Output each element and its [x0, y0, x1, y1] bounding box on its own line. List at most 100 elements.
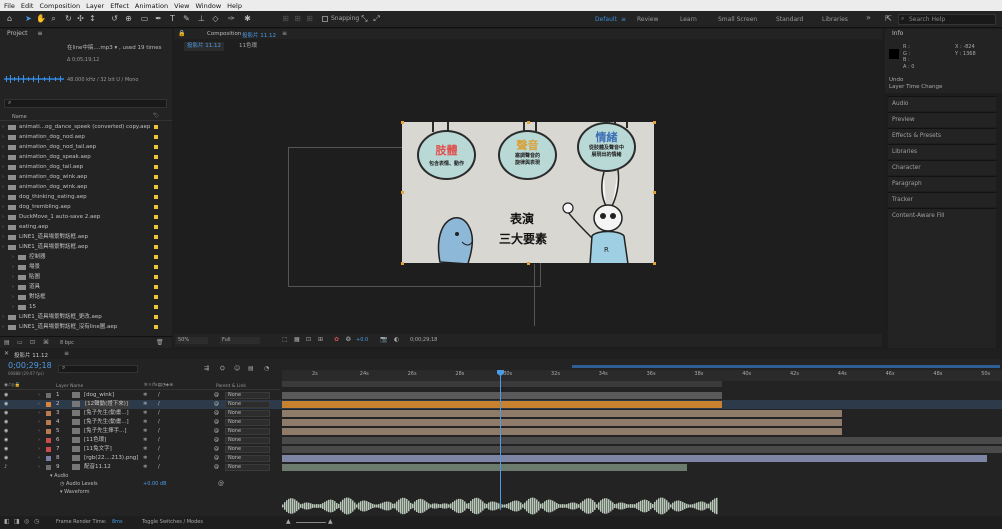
- layer-name[interactable]: [12聲動(燈下來)]: [84, 400, 130, 409]
- workspace-standard[interactable]: Standard: [776, 16, 803, 23]
- pick-whip-icon[interactable]: @: [214, 445, 219, 454]
- layer-label-color[interactable]: [46, 411, 51, 416]
- layer-name[interactable]: 配音11.12: [84, 463, 111, 472]
- shy-switch-icon[interactable]: ✲: [143, 463, 147, 472]
- parent-select[interactable]: None: [225, 428, 270, 435]
- layer-name[interactable]: [rgb(22....213).png]: [84, 454, 138, 463]
- label-color-swatch[interactable]: [154, 165, 158, 169]
- transform-handle[interactable]: [401, 262, 404, 265]
- visibility-eye-icon[interactable]: ◉: [4, 445, 8, 454]
- transform-handle[interactable]: [653, 262, 656, 265]
- grid-guides-icon[interactable]: ⊞: [318, 336, 323, 343]
- shy-switch-icon[interactable]: ✲: [143, 445, 147, 454]
- visibility-eye-icon[interactable]: ◉: [4, 409, 8, 418]
- panel-libraries[interactable]: Libraries: [888, 144, 996, 159]
- project-item[interactable]: › LINE1_道具場景對話框.aep: [0, 242, 165, 252]
- layer-duration-bar[interactable]: [282, 446, 1002, 453]
- stopwatch-icon[interactable]: ◷: [60, 481, 64, 487]
- parent-select[interactable]: None: [225, 419, 270, 426]
- modes-toggle-icon[interactable]: ◨: [14, 518, 20, 525]
- panel-menu-icon[interactable]: ≡: [282, 30, 287, 37]
- project-item[interactable]: › LINE1_道具場景對話框_沒有line圖.aep: [0, 322, 165, 332]
- zoom-in-icon[interactable]: ▲: [328, 518, 333, 525]
- layer-name[interactable]: [dog_wink]: [84, 391, 114, 400]
- layer-switches-toggle-icon[interactable]: ◧: [4, 518, 10, 525]
- layer-label-color[interactable]: [46, 402, 51, 407]
- project-item[interactable]: › LINE1_道具場景對話框_更改.aep: [0, 312, 165, 322]
- shy-switch-icon[interactable]: ✲: [143, 418, 147, 427]
- shy-switch-icon[interactable]: ✲: [143, 436, 147, 445]
- layer-name[interactable]: [兔子先生(動畫...]: [84, 418, 129, 427]
- show-snapshot-icon[interactable]: ◐: [394, 336, 399, 343]
- workspace-overflow-icon[interactable]: ⇱: [884, 14, 893, 23]
- expand-arrow-icon[interactable]: ›: [38, 409, 40, 418]
- layer-row[interactable]: ◉ › 1 [dog_wink] ✲ / @ None: [0, 391, 1002, 400]
- visibility-eye-icon[interactable]: ♪: [4, 463, 7, 472]
- dolly-camera-icon[interactable]: ↕: [88, 14, 97, 23]
- shy-switch-icon[interactable]: ✲: [143, 427, 147, 436]
- project-item[interactable]: › DuckMove_1 auto-save 2.aep: [0, 212, 165, 222]
- expand-arrow-icon[interactable]: ›: [38, 454, 40, 463]
- quality-switch-icon[interactable]: /: [158, 391, 160, 400]
- comp-tab-2[interactable]: 11色環: [236, 42, 260, 51]
- panel-paragraph[interactable]: Paragraph: [888, 176, 996, 191]
- show-channel-icon[interactable]: ✿: [334, 336, 339, 343]
- parent-select[interactable]: None: [225, 455, 270, 462]
- quality-switch-icon[interactable]: /: [158, 463, 160, 472]
- layer-duration-bar[interactable]: [282, 392, 722, 399]
- project-item[interactable]: › animation_dog_speak.aep: [0, 152, 165, 162]
- hand-tool-icon[interactable]: ✋: [36, 14, 46, 23]
- expand-arrow-icon[interactable]: ›: [2, 192, 4, 202]
- layer-row[interactable]: ◉ › 7 [11兔文字] ✲ / @ None: [0, 445, 1002, 454]
- draft-3d-icon[interactable]: ⛭: [220, 365, 225, 373]
- expand-arrow-icon[interactable]: ›: [2, 162, 4, 172]
- label-color-swatch[interactable]: [154, 275, 158, 279]
- layer-label-color[interactable]: [46, 429, 51, 434]
- menu-window[interactable]: Window: [196, 2, 222, 10]
- label-color-swatch[interactable]: [154, 195, 158, 199]
- type-tool-icon[interactable]: T: [168, 14, 177, 23]
- project-item[interactable]: › 道具: [0, 282, 165, 292]
- label-color-swatch[interactable]: [154, 315, 158, 319]
- panel-audio[interactable]: Audio: [888, 96, 996, 111]
- expand-arrow-icon[interactable]: ›: [12, 302, 14, 312]
- pick-whip-icon[interactable]: @: [214, 391, 219, 400]
- expand-arrow-icon[interactable]: ›: [2, 242, 4, 252]
- zoom-select[interactable]: 50%: [176, 337, 208, 344]
- zoom-slider[interactable]: [296, 522, 326, 523]
- in-out-toggle-icon[interactable]: ◎: [24, 518, 29, 525]
- visibility-eye-icon[interactable]: ◉: [4, 454, 8, 463]
- lock-icon[interactable]: 🔒: [178, 30, 185, 37]
- eraser-tool-icon[interactable]: ◇: [211, 14, 220, 23]
- expand-arrow-icon[interactable]: ›: [2, 132, 4, 142]
- workspace-learn[interactable]: Learn: [680, 16, 697, 23]
- snapping-checkbox[interactable]: [322, 16, 328, 22]
- project-item[interactable]: › animation_dog_nod.aep: [0, 132, 165, 142]
- quality-switch-icon[interactable]: /: [158, 427, 160, 436]
- pick-whip-icon[interactable]: @: [214, 454, 219, 463]
- timeline-current-time[interactable]: 0;00;29;18: [8, 361, 52, 370]
- audio-levels-value[interactable]: +0.00 dB: [143, 481, 167, 487]
- quality-switch-icon[interactable]: /: [158, 400, 160, 409]
- expand-arrow-icon[interactable]: ›: [2, 212, 4, 222]
- panel-menu-icon[interactable]: ≡: [64, 350, 69, 357]
- layer-name[interactable]: [兔子先生揮手...]: [84, 427, 127, 436]
- pen-tool-icon[interactable]: ✒: [154, 14, 163, 23]
- label-color-swatch[interactable]: [154, 225, 158, 229]
- expand-arrow-icon[interactable]: ›: [2, 122, 4, 132]
- transform-handle[interactable]: [401, 121, 404, 124]
- pick-whip-icon[interactable]: @: [214, 427, 219, 436]
- project-item[interactable]: › LINE1_道具場景對話框.aep: [0, 232, 165, 242]
- selection-tool-icon[interactable]: ➤: [24, 14, 33, 23]
- expand-arrow-icon[interactable]: ›: [38, 418, 40, 427]
- shy-layers-icon[interactable]: ☺: [234, 365, 240, 372]
- label-color-swatch[interactable]: [154, 145, 158, 149]
- expand-arrow-icon[interactable]: ›: [2, 182, 4, 192]
- label-color-swatch[interactable]: [154, 305, 158, 309]
- layer-row[interactable]: ◉ › 2 [12聲動(燈下來)] ✲ / @ None: [0, 400, 1002, 409]
- layer-label-color[interactable]: [46, 393, 51, 398]
- label-color-swatch[interactable]: [154, 245, 158, 249]
- pick-whip-icon[interactable]: @: [214, 463, 219, 472]
- layer-duration-bar[interactable]: [282, 419, 842, 426]
- label-color-swatch[interactable]: [154, 215, 158, 219]
